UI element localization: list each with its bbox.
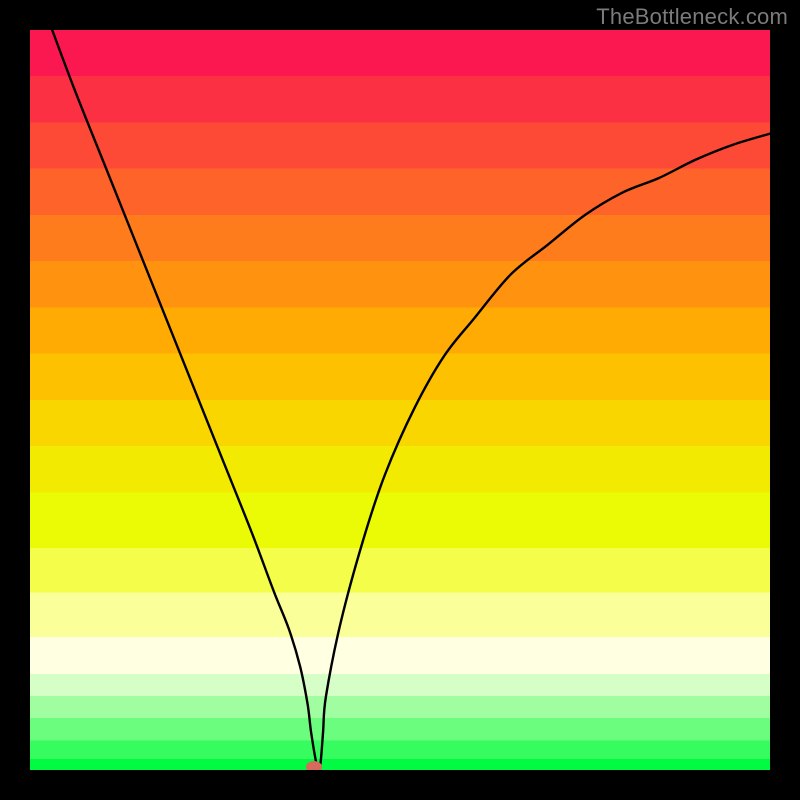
curve-svg (30, 30, 770, 770)
chart-frame: TheBottleneck.com (0, 0, 800, 800)
watermark-text: TheBottleneck.com (596, 4, 788, 30)
bottleneck-curve (52, 30, 770, 770)
minimum-marker (306, 761, 322, 770)
plot-area (30, 30, 770, 770)
